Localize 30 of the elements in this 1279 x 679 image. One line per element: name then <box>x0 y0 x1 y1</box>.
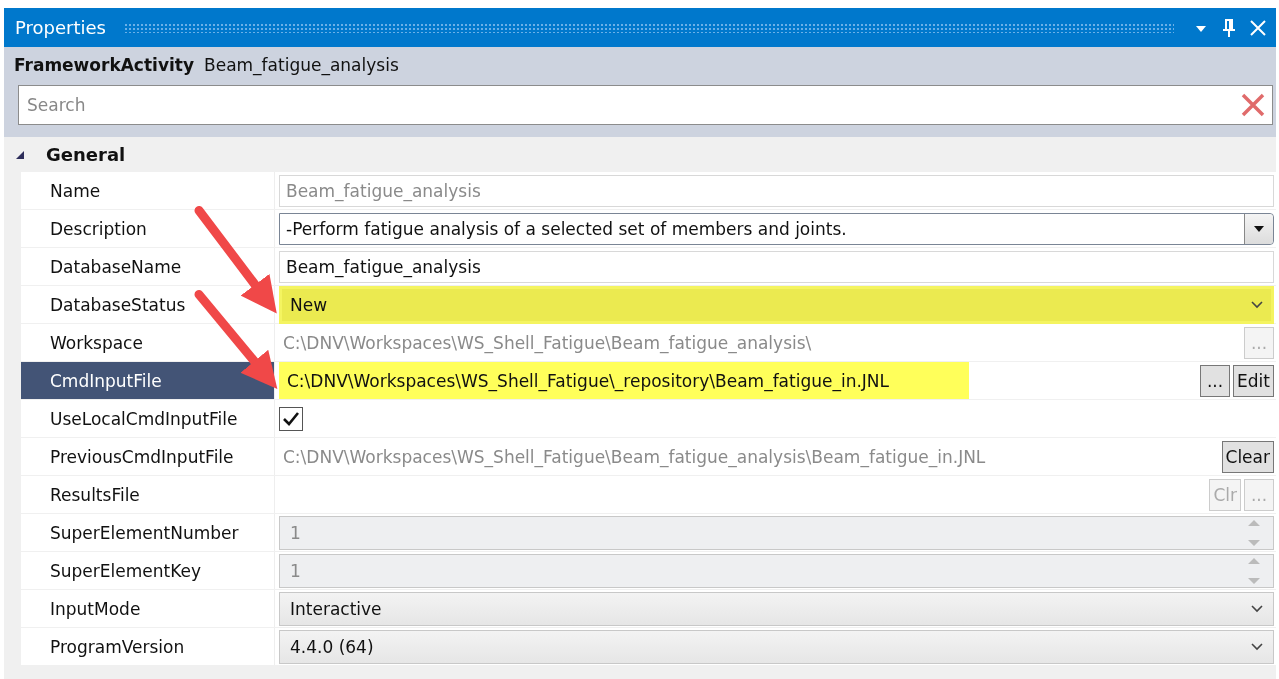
object-name: Beam_fatigue_analysis <box>204 55 399 75</box>
dropdown-button[interactable] <box>1244 213 1273 244</box>
search-field[interactable]: Search <box>18 85 1273 125</box>
search-input[interactable]: Search <box>25 94 1240 116</box>
property-label[interactable]: CmdInputFile <box>21 362 275 399</box>
property-label[interactable]: UseLocalCmdInputFile <box>21 400 275 437</box>
chevron-icon <box>1251 300 1263 309</box>
dropdown-field[interactable]: New <box>279 285 1274 324</box>
text-field[interactable]: Beam_fatigue_analysis <box>279 250 1274 283</box>
action-button[interactable]: Edit <box>1233 364 1274 397</box>
chevron-icon <box>1251 604 1263 613</box>
object-type: FrameworkActivity <box>14 55 194 75</box>
pin-icon[interactable] <box>1220 17 1238 38</box>
property-label[interactable]: InputMode <box>21 590 275 627</box>
path-field[interactable]: C:\DNV\Workspaces\WS_Shell_Fatigue\_repository\Beam_fatigue_in.JNL <box>279 362 970 399</box>
checkbox[interactable] <box>279 406 303 431</box>
category-label: General <box>46 144 126 165</box>
clear-icon[interactable] <box>1240 92 1266 118</box>
caret-icon <box>1253 224 1265 233</box>
window-title: Properties <box>15 17 106 38</box>
property-label[interactable]: DatabaseName <box>21 248 275 285</box>
property-label[interactable]: Description <box>21 210 275 247</box>
chevron-icon <box>1251 642 1263 651</box>
property-label[interactable]: DatabaseStatus <box>21 286 275 323</box>
property-label[interactable]: ProgramVersion <box>21 628 275 665</box>
dropdown-field[interactable]: Interactive <box>279 591 1274 626</box>
browse-button[interactable]: ... <box>1200 364 1231 397</box>
close-icon[interactable] <box>1248 17 1268 38</box>
combo-field[interactable]: -Perform fatigue analysis of a selected set of members and joints. <box>279 212 1274 245</box>
dropdown-field[interactable]: 4.4.0 (64) <box>279 629 1274 664</box>
